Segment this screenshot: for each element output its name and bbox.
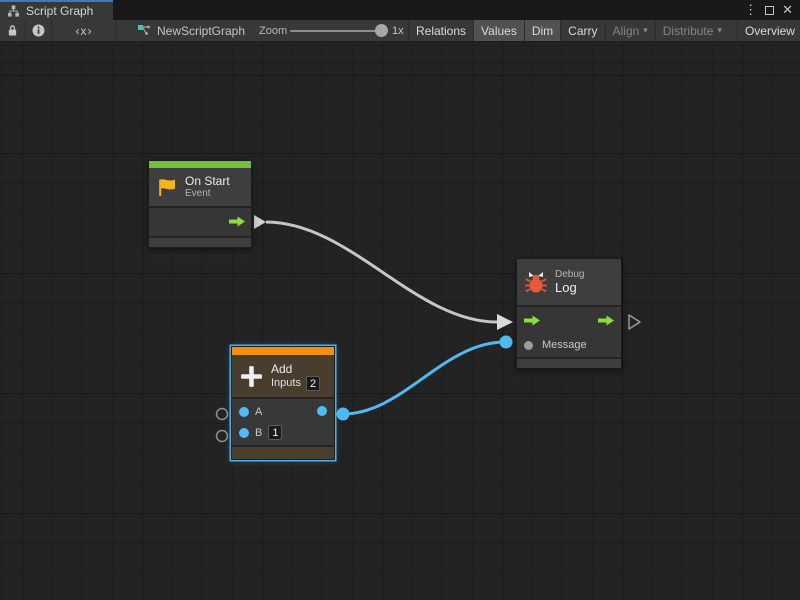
- inputs-count-field[interactable]: 2: [306, 376, 320, 391]
- message-input-port[interactable]: [524, 341, 533, 350]
- graph-name-label: NewScriptGraph: [157, 24, 245, 38]
- carry-button[interactable]: Carry: [560, 20, 604, 41]
- dim-label: Dim: [532, 24, 553, 38]
- distribute-dropdown[interactable]: Distribute ▾: [655, 20, 729, 41]
- values-label: Values: [481, 24, 517, 38]
- align-dropdown[interactable]: Align ▾: [605, 20, 655, 41]
- tab-bar: Script Graph ⋮ ✕: [0, 0, 800, 20]
- flag-icon: [156, 176, 178, 198]
- relations-label: Relations: [416, 24, 466, 38]
- info-button[interactable]: [26, 20, 52, 41]
- values-button[interactable]: Values: [473, 20, 524, 41]
- zoom-value: 1x: [392, 20, 404, 41]
- node-footer: [232, 447, 334, 459]
- inputs-label: Inputs: [271, 377, 301, 389]
- chevron-down-icon: ▾: [717, 25, 722, 36]
- add-accent-bar: [232, 347, 334, 355]
- window-controls: ⋮ ✕: [744, 0, 800, 20]
- chevron-down-icon: ▾: [643, 25, 648, 36]
- port-row-b: B 1: [232, 422, 334, 443]
- flow-input-port[interactable]: [524, 315, 540, 326]
- port-a-label: A: [255, 406, 262, 418]
- node-on-start[interactable]: On Start Event: [148, 160, 252, 248]
- node-body: Message: [517, 307, 621, 357]
- script-graph-asset-icon: [137, 24, 151, 38]
- node-body: A B 1: [232, 399, 334, 445]
- zoom-slider-track[interactable]: [290, 30, 386, 32]
- align-label: Align: [613, 24, 640, 38]
- code-preview-button[interactable]: ‹x›: [52, 20, 117, 41]
- zoom-label: Zoom: [259, 20, 287, 41]
- node-title: Add: [271, 362, 320, 376]
- node-subtitle: Event: [185, 188, 230, 200]
- port-row-a: A: [232, 401, 334, 422]
- distribute-label: Distribute: [663, 24, 714, 38]
- graph-hierarchy-icon: [7, 5, 20, 17]
- flow-output-port[interactable]: [598, 315, 614, 326]
- value-input-port-a[interactable]: [239, 407, 249, 417]
- lock-button[interactable]: [0, 20, 26, 41]
- node-header: Add Inputs 2: [232, 355, 334, 397]
- node-title: On Start: [185, 174, 230, 188]
- value-output-port[interactable]: [317, 406, 327, 416]
- tab-title: Script Graph: [26, 4, 93, 18]
- event-accent-bar: [149, 161, 251, 168]
- script-graph-window: Script Graph ⋮ ✕ ‹x›: [0, 0, 800, 600]
- info-icon: [32, 24, 45, 37]
- plus-icon: [239, 364, 264, 389]
- dim-button[interactable]: Dim: [524, 20, 560, 41]
- message-port-label: Message: [542, 339, 587, 351]
- graph-toolbar: ‹x› NewScriptGraph Zoom 1x Relations Val…: [0, 20, 800, 42]
- zoom-slider-thumb[interactable]: [375, 24, 388, 37]
- value-input-port-b[interactable]: [239, 428, 249, 438]
- overview-button[interactable]: Overview: [737, 20, 800, 41]
- node-title: Log: [555, 281, 584, 295]
- port-b-value-field[interactable]: 1: [268, 425, 282, 440]
- node-footer: [149, 238, 251, 247]
- close-icon[interactable]: ✕: [782, 0, 793, 20]
- tab-script-graph[interactable]: Script Graph: [0, 0, 113, 20]
- node-body: [149, 208, 251, 236]
- code-icon: ‹x›: [76, 24, 93, 38]
- port-b-label: B: [255, 427, 262, 439]
- lock-icon: [7, 24, 18, 37]
- node-debug-log[interactable]: Debug Log Message: [516, 258, 622, 369]
- maximize-icon[interactable]: [765, 6, 774, 15]
- node-footer: [517, 359, 621, 368]
- node-header: Debug Log: [517, 259, 621, 305]
- toolbar-toggle-group: Relations Values Dim Carry Align ▾ Distr…: [408, 20, 800, 41]
- graph-canvas[interactable]: [0, 42, 800, 600]
- bug-icon: [524, 270, 548, 294]
- graph-name-button[interactable]: NewScriptGraph: [137, 20, 245, 41]
- carry-label: Carry: [568, 24, 597, 38]
- flow-output-port[interactable]: [229, 216, 245, 227]
- node-add[interactable]: Add Inputs 2 A B 1: [231, 346, 335, 460]
- relations-button[interactable]: Relations: [408, 20, 473, 41]
- overview-label: Overview: [745, 24, 795, 38]
- node-header: On Start Event: [149, 168, 251, 206]
- kebab-menu-icon[interactable]: ⋮: [744, 0, 757, 20]
